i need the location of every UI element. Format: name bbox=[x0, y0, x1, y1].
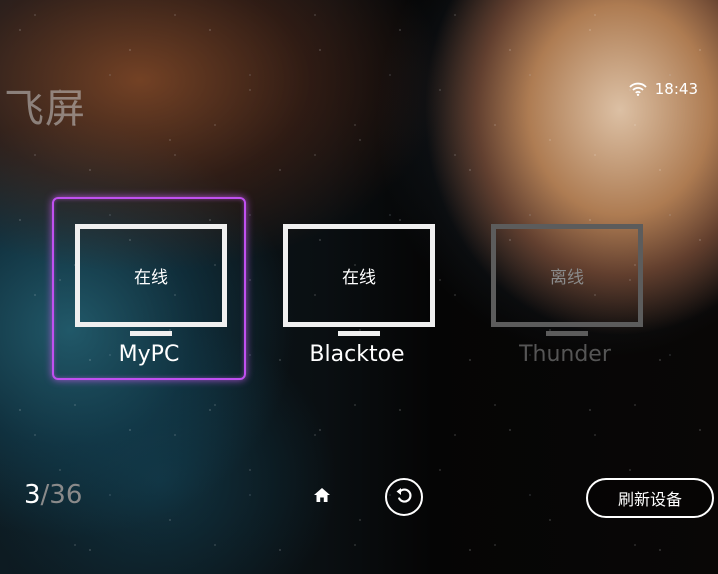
device-status: 离线 bbox=[550, 268, 584, 288]
device-list: 在线 MyPC 在线 Blacktoe 离线 Thunder bbox=[52, 197, 662, 380]
device-card-thunder[interactable]: 离线 Thunder bbox=[468, 197, 662, 380]
monitor-stand bbox=[338, 331, 380, 336]
device-status: 在线 bbox=[342, 268, 376, 288]
page-indicator: 3/36 bbox=[24, 480, 82, 510]
monitor-icon: 离线 bbox=[491, 224, 643, 327]
device-name: Blacktoe bbox=[309, 342, 405, 367]
device-name: Thunder bbox=[519, 342, 611, 367]
page-current: 3 bbox=[24, 480, 41, 510]
wifi-icon bbox=[629, 82, 647, 96]
home-icon bbox=[313, 487, 331, 507]
status-bar: 18:43 bbox=[629, 80, 698, 98]
device-status: 在线 bbox=[134, 268, 168, 288]
device-card-blacktoe[interactable]: 在线 Blacktoe bbox=[260, 197, 454, 380]
monitor-icon: 在线 bbox=[283, 224, 435, 327]
refresh-devices-button[interactable]: 刷新设备 bbox=[586, 478, 714, 518]
device-name: MyPC bbox=[118, 342, 180, 367]
page-total: /36 bbox=[40, 480, 83, 510]
monitor-stand bbox=[546, 331, 588, 336]
monitor-icon: 在线 bbox=[75, 224, 227, 327]
home-button[interactable] bbox=[308, 483, 336, 511]
back-icon bbox=[394, 485, 414, 509]
monitor-stand bbox=[130, 331, 172, 336]
device-card-mypc[interactable]: 在线 MyPC bbox=[52, 197, 246, 380]
clock-time: 18:43 bbox=[654, 80, 698, 98]
back-button[interactable] bbox=[385, 478, 423, 516]
screen: 飞屏 18:43 在线 MyPC 在线 Blacktoe 离线 Thunder … bbox=[0, 0, 718, 574]
app-title: 飞屏 bbox=[4, 86, 86, 132]
